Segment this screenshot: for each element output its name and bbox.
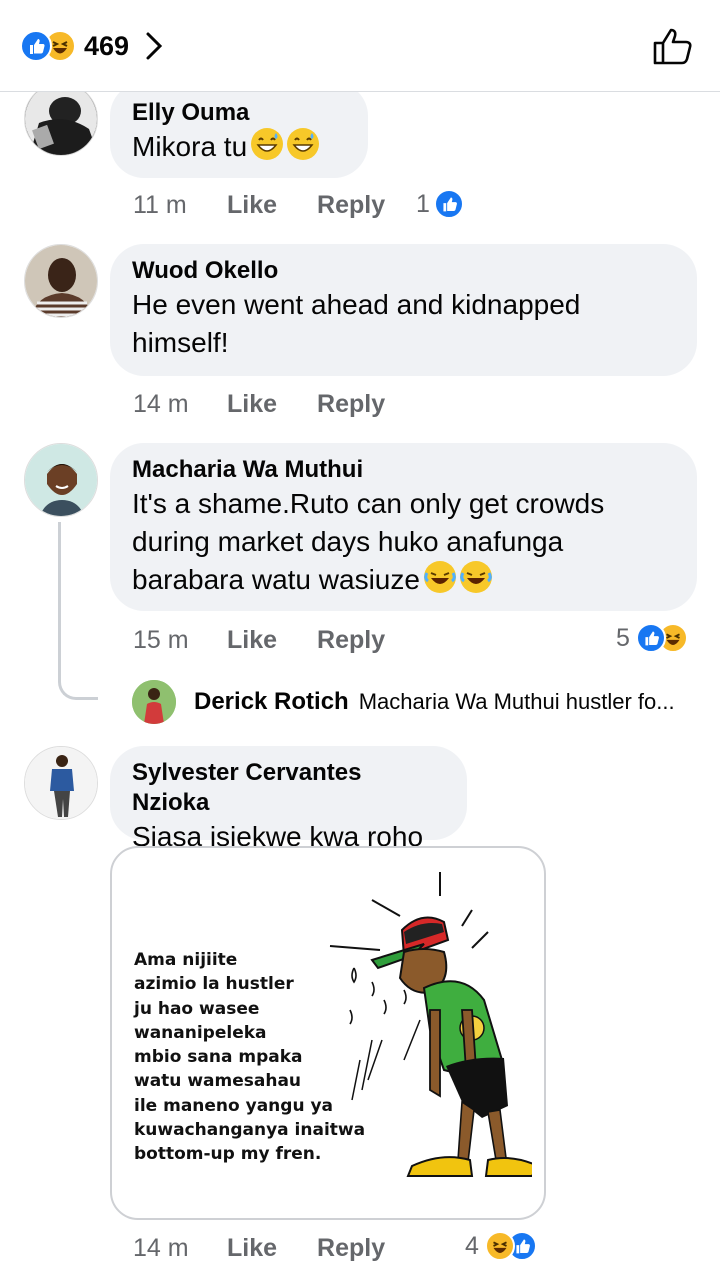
reply-button[interactable]: Reply [317,1234,385,1263]
comment-text-body: It's a shame.Ruto can only get crowds du… [132,488,605,595]
reply-button[interactable]: Reply [317,390,385,419]
comment-text: Mikora tu [132,128,346,166]
reaction-count: 5 [616,623,630,652]
commenter-name[interactable]: Macharia Wa Muthui [132,455,675,485]
reply-avatar[interactable] [132,680,176,724]
commenter-name[interactable]: Elly Ouma [132,98,346,128]
grinning-sweat-emoji-icon [287,128,320,160]
comment-image[interactable]: Ama nijiite azimio la hustler ju hao was… [110,846,546,1220]
commenter-name[interactable]: Sylvester Cervantes Nzioka [132,758,445,818]
comment-bubble[interactable]: Macharia Wa Muthui It's a shame.Ruto can… [110,443,697,611]
comment-time[interactable]: 14 m [133,1234,227,1263]
chevron-right-icon [146,32,163,60]
like-reaction-icon [635,623,666,653]
comment-bubble[interactable]: Sylvester Cervantes Nzioka Siasa isiekwe… [110,746,467,852]
comment-time[interactable]: 15 m [133,626,227,655]
reaction-count: 1 [416,189,430,218]
like-button[interactable]: Like [227,191,277,220]
like-button[interactable]: Like [227,626,277,655]
comment-actions: 15 m Like Reply [133,622,425,658]
comment-text: It's a shame.Ruto can only get crowds du… [132,485,675,599]
reaction-count: 469 [84,30,130,61]
avatar[interactable] [24,443,98,517]
comment-reactions[interactable]: 1 [416,186,464,222]
reply-author-name[interactable]: Derick Rotich [194,688,349,716]
comment-reactions[interactable]: 5 [616,620,688,656]
tears-of-joy-emoji-icon [423,561,456,593]
comment-time[interactable]: 14 m [133,390,227,419]
reply-preview[interactable]: Derick Rotich Macharia Wa Muthui hustler… [132,680,675,724]
like-reaction-icon [433,189,464,219]
haha-reaction-icon [484,1231,515,1261]
thumbs-up-icon[interactable] [652,26,696,66]
avatar[interactable] [24,244,98,318]
reply-button[interactable]: Reply [317,626,385,655]
comment-text: He even went ahead and kidnapped himself… [132,289,581,358]
like-button[interactable]: Like [227,1234,277,1263]
reactions-header: 469 [0,0,720,92]
reply-button[interactable]: Reply [317,191,385,220]
comment-actions: 14 m Like Reply [133,386,425,422]
avatar[interactable] [24,82,98,156]
comment-time[interactable]: 11 m [133,191,227,220]
grinning-sweat-emoji-icon [251,128,284,160]
comment-actions: 11 m Like Reply [133,187,425,223]
reaction-count: 4 [465,1231,479,1260]
reply-snippet: Macharia Wa Muthui hustler fo... [358,689,675,714]
comment-text-body: Mikora tu [132,131,248,162]
commenter-name[interactable]: Wuod Okello [132,256,675,286]
avatar[interactable] [24,746,98,820]
reactions-summary[interactable]: 469 [20,28,165,64]
tears-of-joy-emoji-icon [459,561,492,593]
comment-bubble[interactable]: Wuod Okello He even went ahead and kidna… [110,244,697,376]
like-reaction-icon [20,30,52,62]
comment-bubble[interactable]: Elly Ouma Mikora tu [110,82,368,178]
comment-reactions[interactable]: 4 [465,1228,537,1264]
reply-thread-line [58,522,98,700]
comment-actions: 14 m Like Reply [133,1230,425,1266]
like-button[interactable]: Like [227,390,277,419]
cartoon-illustration [329,872,532,1177]
